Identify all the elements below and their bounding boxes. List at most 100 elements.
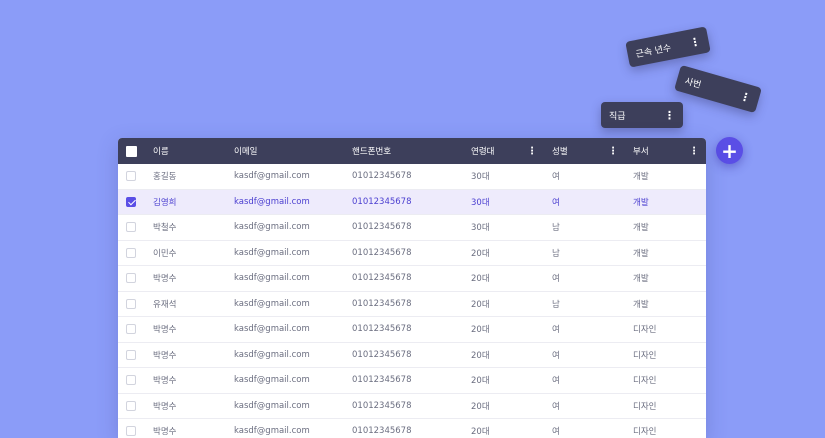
cell-dept: 디자인 [633, 376, 657, 387]
table-row[interactable]: 박명수 kasdf@gmail.com 01012345678 20대 여 디자인 [118, 317, 706, 343]
cell-email: kasdf@gmail.com [234, 400, 310, 411]
table-row[interactable]: 홍길동 kasdf@gmail.com 01012345678 30대 여 개발 [118, 164, 706, 190]
header-age: 연령대 [471, 147, 495, 157]
table-body: 홍길동 kasdf@gmail.com 01012345678 30대 여 개발 김영희 ka… [118, 164, 706, 438]
table-row[interactable]: 박명수 kasdf@gmail.com 01012345678 20대 여 디자인 [118, 343, 706, 368]
cell-dept: 개발 [633, 223, 649, 234]
row-checkbox[interactable] [126, 222, 136, 233]
cell-age: 20대 [471, 274, 490, 285]
cell-sex: 여 [552, 376, 560, 387]
table-row[interactable]: 박명수 kasdf@gmail.com 01012345678 20대 여 디자인 [118, 419, 706, 438]
table-row[interactable]: 박명수 kasdf@gmail.com 01012345678 20대 여 개발 [118, 266, 706, 292]
kebab-menu-icon[interactable]: ⋮ [738, 89, 752, 105]
cell-age: 20대 [471, 299, 490, 310]
cell-age: 30대 [471, 197, 490, 208]
cell-email: kasdf@gmail.com [234, 375, 310, 386]
cell-email: kasdf@gmail.com [234, 222, 310, 233]
cell-sex: 여 [552, 401, 560, 412]
row-checkbox[interactable] [126, 375, 136, 386]
cell-email: kasdf@gmail.com [234, 349, 310, 360]
table-row[interactable]: 박철수 kasdf@gmail.com 01012345678 30대 남 개발 [118, 215, 706, 241]
row-checkbox[interactable] [126, 171, 136, 182]
header-name: 이름 [153, 147, 169, 157]
cell-email: kasdf@gmail.com [234, 298, 310, 309]
kebab-menu-icon[interactable]: ⋮ [688, 34, 701, 49]
cell-age: 20대 [471, 401, 490, 412]
cell-age: 20대 [471, 427, 490, 438]
cell-name: 박명수 [153, 325, 177, 336]
cell-age: 30대 [471, 172, 490, 183]
table-header: 이름 이메일 핸드폰번호 연령대 ⋮ 성별 ⋮ 부서 ⋮ [118, 138, 706, 164]
cell-dept: 디자인 [633, 325, 657, 336]
chip-label: 사번 [683, 76, 703, 91]
cell-phone: 01012345678 [352, 196, 412, 207]
header-phone: 핸드폰번호 [352, 147, 392, 157]
kebab-menu-icon[interactable]: ⋮ [689, 138, 699, 164]
cell-dept: 디자인 [633, 350, 657, 361]
row-checkbox[interactable] [126, 196, 136, 207]
cell-name: 박철수 [153, 223, 177, 234]
header-sex: 성별 [552, 147, 568, 157]
header-email: 이메일 [234, 147, 258, 157]
cell-phone: 01012345678 [352, 375, 412, 386]
cell-name: 홍길동 [153, 172, 177, 183]
cell-sex: 여 [552, 274, 560, 285]
cell-sex: 여 [552, 427, 560, 438]
row-checkbox[interactable] [126, 349, 136, 360]
cell-sex: 여 [552, 197, 560, 208]
plus-icon: + [721, 138, 738, 163]
cell-age: 20대 [471, 248, 490, 259]
column-chip-position[interactable]: 직급 ⋮ [601, 102, 683, 128]
cell-dept: 디자인 [633, 427, 657, 438]
cell-sex: 여 [552, 325, 560, 336]
cell-age: 20대 [471, 376, 490, 387]
cell-email: kasdf@gmail.com [234, 196, 310, 207]
add-column-button[interactable]: + [716, 137, 743, 164]
cell-phone: 01012345678 [352, 222, 412, 233]
cell-phone: 01012345678 [352, 400, 412, 411]
cell-name: 박명수 [153, 376, 177, 387]
table-row[interactable]: 김영희 kasdf@gmail.com 01012345678 30대 여 개발 [118, 189, 706, 215]
row-checkbox[interactable] [126, 324, 136, 335]
cell-age: 20대 [471, 350, 490, 361]
row-checkbox[interactable] [126, 298, 136, 309]
column-chip-years-of-service[interactable]: 근속 년수 ⋮ [625, 26, 711, 68]
cell-phone: 01012345678 [352, 426, 412, 437]
cell-name: 박명수 [153, 401, 177, 412]
cell-sex: 남 [552, 223, 560, 234]
cell-dept: 개발 [633, 248, 649, 259]
kebab-menu-icon[interactable]: ⋮ [527, 138, 537, 164]
cell-email: kasdf@gmail.com [234, 171, 310, 182]
chip-label: 직급 [609, 111, 626, 122]
cell-sex: 남 [552, 248, 560, 259]
column-chip-employee-id[interactable]: 사번 ⋮ [674, 64, 762, 114]
cell-phone: 01012345678 [352, 247, 412, 258]
cell-name: 박명수 [153, 350, 177, 361]
row-checkbox[interactable] [126, 273, 136, 284]
table-row[interactable]: 박명수 kasdf@gmail.com 01012345678 20대 여 디자인 [118, 368, 706, 394]
chip-label: 근속 년수 [634, 42, 673, 60]
cell-age: 30대 [471, 223, 490, 234]
cell-phone: 01012345678 [352, 349, 412, 360]
cell-sex: 남 [552, 299, 560, 310]
cell-sex: 여 [552, 172, 560, 183]
row-checkbox[interactable] [126, 426, 136, 437]
cell-dept: 개발 [633, 197, 649, 208]
cell-sex: 여 [552, 350, 560, 361]
cell-name: 박명수 [153, 427, 177, 438]
kebab-menu-icon[interactable]: ⋮ [664, 110, 675, 121]
select-all-checkbox[interactable] [126, 145, 137, 157]
cell-name: 이민수 [153, 248, 177, 259]
table-row[interactable]: 박명수 kasdf@gmail.com 01012345678 20대 여 디자인 [118, 394, 706, 419]
cell-age: 20대 [471, 325, 490, 336]
kebab-menu-icon[interactable]: ⋮ [608, 138, 618, 164]
cell-dept: 개발 [633, 172, 649, 183]
row-checkbox[interactable] [126, 247, 136, 258]
cell-email: kasdf@gmail.com [234, 324, 310, 335]
table-row[interactable]: 이민수 kasdf@gmail.com 01012345678 20대 남 개발 [118, 241, 706, 266]
cell-phone: 01012345678 [352, 298, 412, 309]
cell-name: 박명수 [153, 274, 177, 285]
row-checkbox[interactable] [126, 400, 136, 411]
table-row[interactable]: 유재석 kasdf@gmail.com 01012345678 20대 남 개발 [118, 292, 706, 317]
cell-dept: 디자인 [633, 401, 657, 412]
